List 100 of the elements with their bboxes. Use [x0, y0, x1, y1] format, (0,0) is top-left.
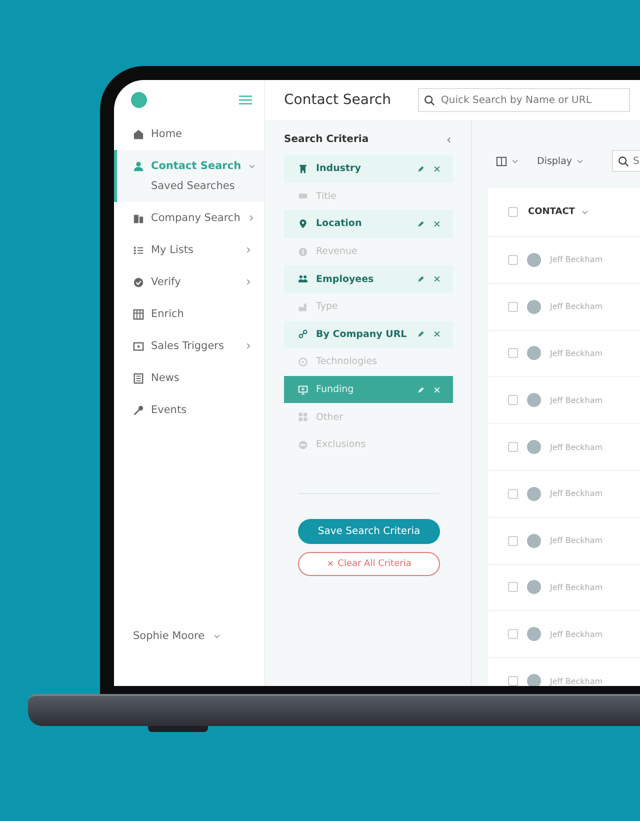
- card-icon: [298, 191, 308, 202]
- contact-name[interactable]: Jeff Beckham: [550, 676, 603, 686]
- contact-name[interactable]: Jeff Beckham: [550, 302, 603, 312]
- people-icon: [298, 274, 308, 284]
- pencil-icon: [417, 275, 425, 284]
- nav-item[interactable]: Company Search: [114, 204, 264, 232]
- criteria-item[interactable]: Title: [284, 182, 453, 210]
- row-checkbox[interactable]: [508, 442, 518, 452]
- nav-item[interactable]: Sales Triggers: [114, 332, 264, 360]
- criteria-item[interactable]: Funding: [284, 376, 453, 404]
- row-checkbox[interactable]: [508, 395, 518, 406]
- contact-name[interactable]: Jeff Beckham: [550, 442, 603, 452]
- link-icon: [298, 329, 308, 340]
- contact-name[interactable]: Jeff Beckham: [550, 396, 603, 405]
- building-icon: [298, 164, 308, 174]
- avatar: [527, 300, 541, 314]
- columns-icon: [496, 156, 507, 166]
- pencil-icon: [417, 330, 425, 338]
- column-header[interactable]: CONTACT: [528, 207, 575, 217]
- quick-search-field[interactable]: Quick Search by Name or URL: [418, 88, 630, 112]
- avatar: [527, 627, 541, 642]
- pencil-icon: [417, 386, 425, 394]
- criteria-item[interactable]: Location: [284, 210, 453, 238]
- gear-icon: [298, 356, 308, 367]
- chevron-down-icon: [580, 208, 589, 216]
- avatar: [527, 393, 541, 408]
- contact-name[interactable]: Jeff Beckham: [550, 630, 603, 639]
- avatar: [527, 346, 541, 360]
- contact-name[interactable]: Jeff Beckham: [550, 348, 603, 358]
- row-checkbox[interactable]: [508, 488, 518, 499]
- list-icon: [133, 244, 144, 256]
- nav-item[interactable]: News: [114, 364, 264, 392]
- nav-item[interactable]: Enrich: [114, 300, 264, 328]
- row-checkbox[interactable]: [508, 629, 518, 640]
- avatar: [527, 674, 541, 686]
- criteria-item[interactable]: By Company URL: [284, 320, 453, 348]
- contact-name[interactable]: Jeff Beckham: [550, 536, 603, 546]
- columns-button[interactable]: [496, 156, 519, 166]
- sub-nav-item[interactable]: Saved Searches: [117, 180, 264, 200]
- panel-title: Search Criteria: [284, 134, 369, 145]
- pencil-icon: [417, 164, 425, 173]
- map-pin-icon: [298, 218, 308, 229]
- criteria-item[interactable]: Revenue: [284, 238, 453, 266]
- close-icon: [433, 220, 441, 228]
- row-checkbox[interactable]: [508, 676, 518, 686]
- logo-circle: [131, 92, 147, 108]
- close-icon: [433, 275, 441, 284]
- pencil-icon: [417, 220, 425, 228]
- contact-name[interactable]: Jeff Beckham: [550, 489, 603, 498]
- chevron-down-icon: [511, 157, 519, 165]
- clear-button[interactable]: Clear All Criteria: [298, 552, 440, 576]
- contact-name[interactable]: Jeff Beckham: [550, 582, 603, 592]
- nav-item[interactable]: Events: [114, 396, 264, 424]
- criteria-item[interactable]: Industry: [284, 155, 453, 183]
- close-icon: [433, 330, 441, 338]
- menu-icon: [239, 95, 252, 105]
- page-title: Contact Search: [284, 92, 392, 108]
- avatar: [527, 440, 541, 454]
- chevron-down-icon: [576, 157, 584, 165]
- newspaper-icon: [133, 372, 144, 384]
- criteria-item[interactable]: Employees: [284, 265, 453, 293]
- microphone-icon: [133, 404, 144, 416]
- avatar: [527, 486, 541, 501]
- buildings-icon: [133, 212, 144, 224]
- chevron-left-icon: [445, 136, 453, 144]
- close-icon: [433, 164, 441, 173]
- house-icon: [133, 128, 144, 140]
- user-menu[interactable]: Sophie Moore: [133, 630, 264, 642]
- person-icon: [133, 160, 144, 172]
- minus-circle-icon: [298, 440, 308, 450]
- row-checkbox[interactable]: [508, 302, 518, 312]
- criteria-item[interactable]: Technologies: [284, 348, 453, 376]
- criteria-item[interactable]: Other: [284, 403, 453, 431]
- select-all-checkbox[interactable]: [508, 207, 518, 217]
- close-icon: [326, 560, 334, 568]
- save-button[interactable]: Save Search Criteria: [298, 518, 440, 544]
- row-checkbox[interactable]: [508, 582, 518, 592]
- nav-item[interactable]: Contact Search: [117, 152, 264, 180]
- chevron-down-icon: [212, 632, 221, 640]
- video-icon: [133, 340, 144, 352]
- criteria-item[interactable]: Exclusions: [284, 430, 453, 459]
- check-circle-icon: [133, 276, 144, 288]
- avatar: [527, 252, 541, 267]
- row-checkbox[interactable]: [508, 254, 518, 265]
- criteria-item[interactable]: Type: [284, 292, 453, 321]
- close-icon: [433, 386, 441, 394]
- avatar: [527, 580, 541, 594]
- display-dropdown[interactable]: Display: [537, 156, 584, 166]
- nav-item[interactable]: Verify: [114, 268, 264, 296]
- contact-name[interactable]: Jeff Beckham: [550, 255, 603, 264]
- row-checkbox[interactable]: [508, 536, 518, 546]
- laptop-foot: [148, 726, 208, 732]
- row-checkbox[interactable]: [508, 348, 518, 358]
- avatar: [527, 534, 541, 548]
- nav-item[interactable]: Home: [114, 120, 264, 148]
- tiles-icon: [298, 412, 308, 422]
- monitor-icon: [298, 384, 308, 395]
- nav-item[interactable]: My Lists: [114, 236, 264, 264]
- search-field[interactable]: S: [612, 150, 640, 172]
- factory-icon: [298, 302, 308, 312]
